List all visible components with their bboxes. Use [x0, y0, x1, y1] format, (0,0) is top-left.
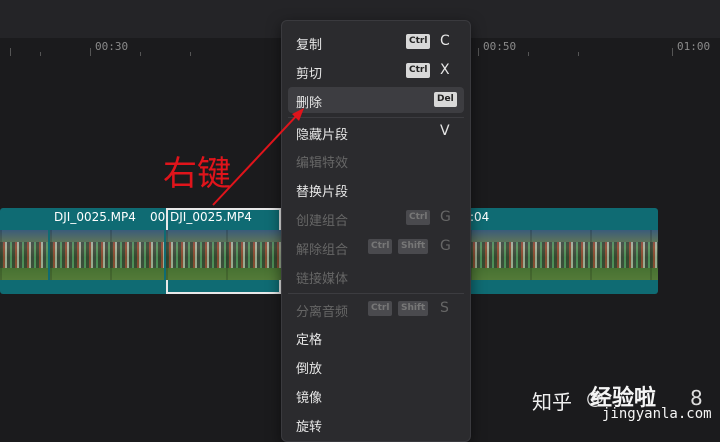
menu-item-label: 剪切 — [296, 67, 323, 82]
shortcut-ctrl: Ctrl — [368, 301, 393, 316]
clip-thumbnails — [0, 230, 48, 280]
menu-item-replace-clip[interactable]: 替换片段 — [288, 176, 464, 202]
clip-name: DJI_0025.MP4 — [170, 210, 252, 224]
menu-item-delete[interactable]: 删除 Del — [288, 87, 464, 113]
menu-separator — [288, 117, 464, 118]
ruler-tick — [40, 52, 41, 56]
menu-item-label: 编辑特效 — [296, 156, 349, 171]
ruler-tick-label: 00:30 — [95, 40, 129, 53]
menu-item-label: 解除组合 — [296, 243, 349, 258]
ruler-tick — [578, 52, 579, 56]
shortcut-key: S — [440, 300, 449, 316]
shortcut-ctrl: Ctrl — [406, 34, 431, 49]
video-clip-selected[interactable]: DJI_0025.MP4 — [166, 208, 281, 294]
ruler-tick — [10, 48, 11, 56]
clip-name: DJI_0025.MP4 — [54, 210, 136, 224]
watermark-suffix: 8 — [690, 386, 703, 410]
menu-item-label: 镜像 — [296, 391, 323, 406]
video-clip-label: 00 — [146, 208, 166, 294]
shortcut-del: Del — [434, 92, 457, 107]
menu-item-label: 链接媒体 — [296, 272, 349, 287]
video-clip[interactable]: :04 — [470, 208, 658, 294]
menu-item-label: 复制 — [296, 38, 323, 53]
ruler-tick — [140, 52, 141, 56]
ruler-tick-label: 01:00 — [677, 40, 711, 53]
menu-item-reverse[interactable]: 倒放 — [288, 353, 464, 379]
shortcut-ctrl: Ctrl — [406, 63, 431, 78]
menu-item-detach-audio[interactable]: 分离音频 Ctrl Shift S — [288, 296, 464, 322]
context-menu: 复制 Ctrl C 剪切 Ctrl X 删除 Del 隐藏片段 V 编辑特效 替… — [281, 20, 471, 442]
watermark-site: 知乎 — [532, 390, 572, 414]
menu-item-label: 定格 — [296, 333, 323, 348]
menu-item-label: 倒放 — [296, 362, 323, 377]
ruler-tick — [528, 52, 529, 56]
clip-thumbnails — [470, 230, 658, 280]
ruler-tick — [672, 48, 673, 56]
shortcut-ctrl: Ctrl — [368, 239, 393, 254]
shortcut-key: G — [440, 238, 451, 254]
menu-item-ungroup[interactable]: 解除组合 Ctrl Shift G — [288, 234, 464, 260]
clip-name: 00 — [150, 210, 166, 224]
menu-item-label: 分离音频 — [296, 305, 349, 320]
shortcut-shift: Shift — [398, 239, 429, 254]
menu-item-cut[interactable]: 剪切 Ctrl X — [288, 58, 464, 84]
shortcut-key: C — [440, 33, 450, 49]
menu-item-edit-effect[interactable]: 编辑特效 — [288, 147, 464, 173]
menu-item-hide-clip[interactable]: 隐藏片段 V — [288, 119, 464, 145]
video-clip[interactable] — [0, 208, 48, 294]
menu-item-link-media[interactable]: 链接媒体 — [288, 263, 464, 289]
shortcut-key: G — [440, 209, 451, 225]
clip-name: :04 — [470, 210, 490, 224]
menu-item-label: 旋转 — [296, 420, 323, 435]
menu-item-label: 删除 — [296, 96, 323, 111]
menu-item-create-group[interactable]: 创建组合 Ctrl G — [288, 205, 464, 231]
ruler-tick — [190, 52, 191, 56]
shortcut-key: X — [440, 62, 450, 78]
annotation-label: 右键 — [163, 154, 231, 194]
menu-item-label: 创建组合 — [296, 214, 349, 229]
clip-thumbnails — [166, 230, 281, 280]
shortcut-ctrl: Ctrl — [406, 210, 431, 225]
menu-item-freeze-frame[interactable]: 定格 — [288, 324, 464, 350]
menu-separator — [288, 293, 464, 294]
menu-item-copy[interactable]: 复制 Ctrl C — [288, 29, 464, 55]
menu-item-mirror[interactable]: 镜像 — [288, 382, 464, 408]
ruler-tick-label: 00:50 — [483, 40, 517, 53]
ruler-tick — [90, 48, 91, 56]
shortcut-key: V — [440, 123, 450, 139]
menu-item-label: 替换片段 — [296, 185, 349, 200]
shortcut-shift: Shift — [398, 301, 429, 316]
menu-item-label: 隐藏片段 — [296, 128, 349, 143]
menu-item-rotate[interactable]: 旋转 — [288, 411, 464, 437]
ruler-tick — [478, 48, 479, 56]
